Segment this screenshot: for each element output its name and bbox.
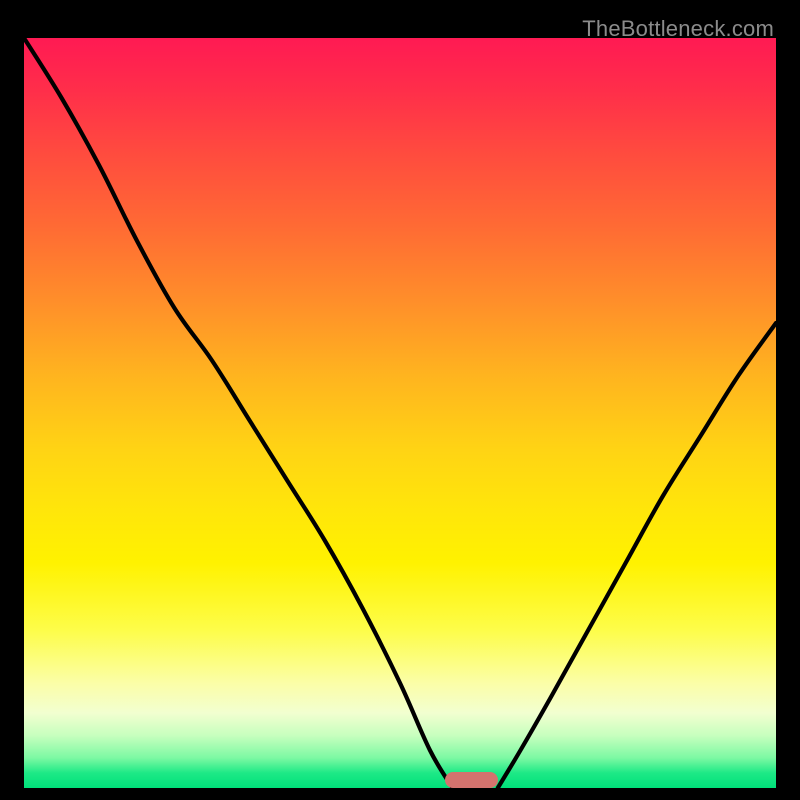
watermark-text: TheBottleneck.com [582,16,774,42]
curve-left-branch [24,38,453,788]
chart-frame: TheBottleneck.com [12,12,788,788]
curve-right-branch [498,323,776,788]
optimal-marker [445,772,498,788]
plot-area [24,38,776,788]
bottleneck-curve [24,38,776,788]
